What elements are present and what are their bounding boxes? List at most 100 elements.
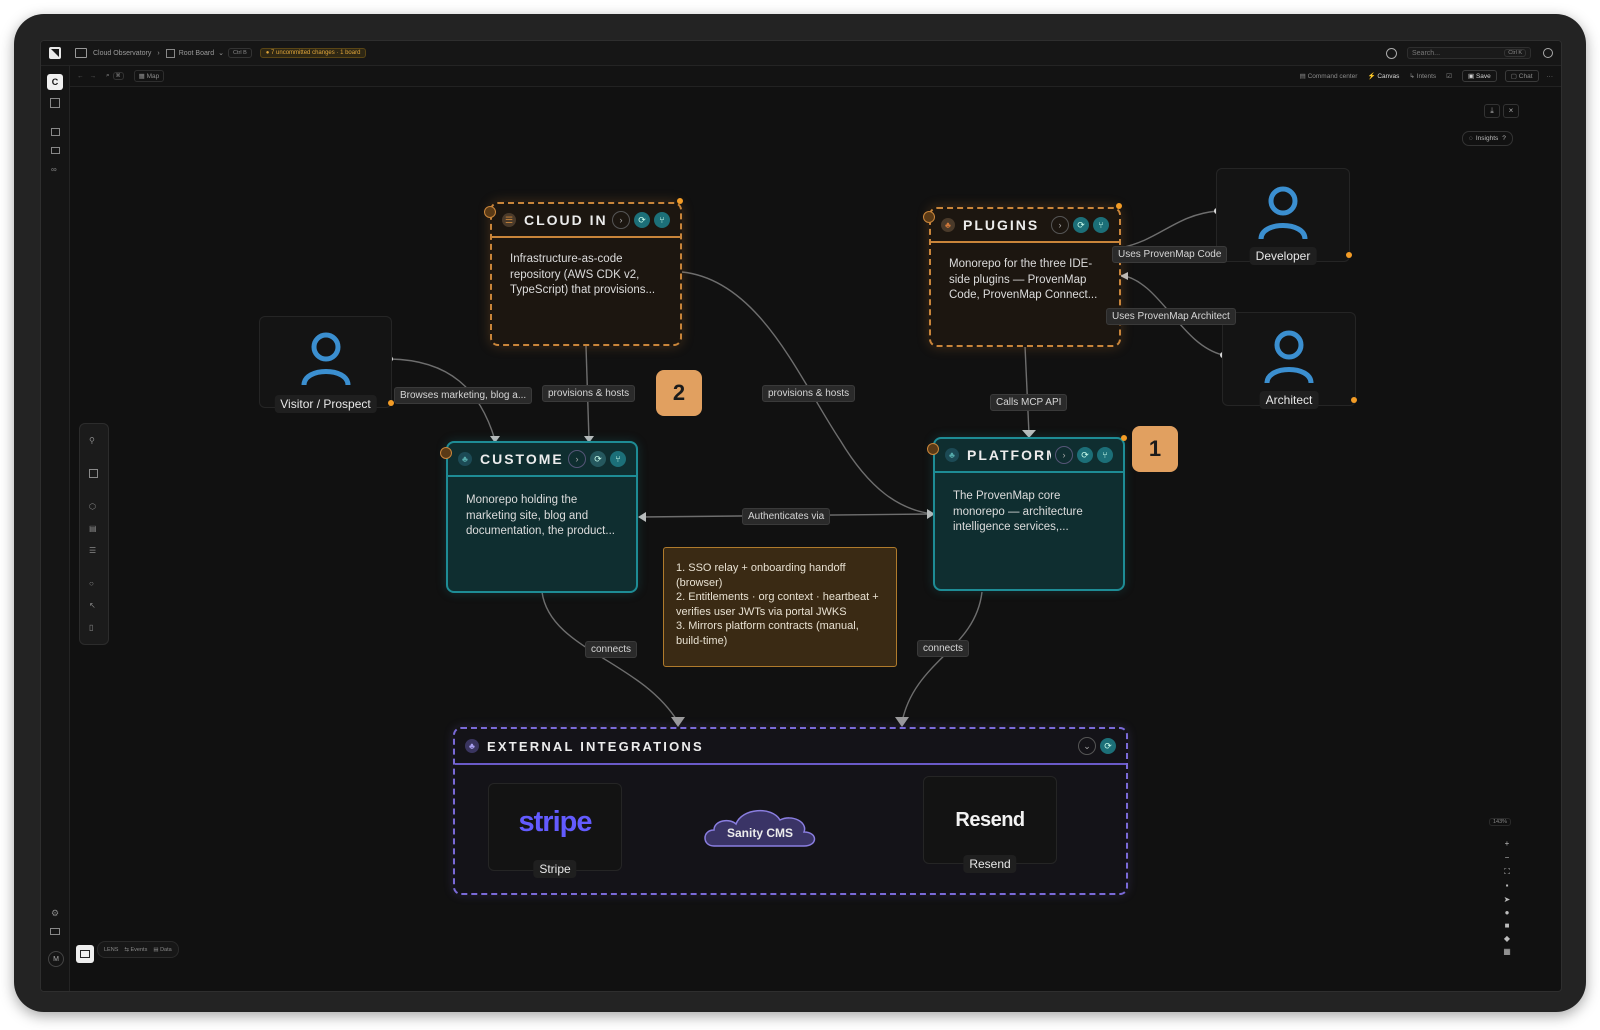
edge-label-calls-mcp[interactable]: Calls MCP API bbox=[990, 394, 1068, 411]
hand-mode-icon[interactable]: ● bbox=[1502, 908, 1512, 918]
branch-icon[interactable]: ⑂ bbox=[654, 212, 670, 228]
pin-icon[interactable]: ⚲ bbox=[89, 436, 99, 446]
close-icon[interactable]: × bbox=[1503, 104, 1519, 118]
lock-icon[interactable] bbox=[51, 128, 60, 136]
sidebar-toggle-icon[interactable] bbox=[75, 48, 87, 58]
sync-icon[interactable]: ⟳ bbox=[634, 212, 650, 228]
save-icon: ▣ bbox=[1468, 73, 1475, 80]
document-tool-icon[interactable]: ▯ bbox=[89, 623, 99, 633]
sync-icon[interactable]: ⟳ bbox=[1073, 217, 1089, 233]
comment-mode-icon[interactable]: ◆ bbox=[1502, 934, 1512, 944]
command-center-button[interactable]: ▤ Command center bbox=[1300, 72, 1358, 80]
search-input[interactable]: Search... bbox=[1412, 50, 1504, 57]
node-anchor-icon[interactable] bbox=[923, 211, 935, 223]
branch-icon[interactable]: ⑂ bbox=[1097, 447, 1113, 463]
theme-toggle-icon[interactable] bbox=[1543, 48, 1553, 58]
edge-label-connects[interactable]: connects bbox=[917, 640, 970, 657]
square-mode-icon[interactable]: ■ bbox=[1502, 921, 1512, 931]
sync-icon[interactable]: ⟳ bbox=[1077, 447, 1093, 463]
sticky-note[interactable]: 1. SSO relay + onboarding handoff (brows… bbox=[663, 547, 897, 667]
workspace-name[interactable]: Cloud Observatory bbox=[93, 50, 151, 57]
connection-dot[interactable] bbox=[1346, 252, 1352, 258]
sync-icon[interactable]: ⟳ bbox=[590, 451, 606, 467]
expand-chevron-icon[interactable]: › bbox=[568, 450, 586, 468]
link-icon[interactable]: ∞ bbox=[51, 165, 57, 174]
map-tab[interactable]: ▦ Map bbox=[133, 70, 165, 82]
app-logo-icon[interactable] bbox=[49, 47, 61, 59]
lock-view-icon[interactable]: ▪ bbox=[1502, 881, 1512, 891]
connection-dot[interactable] bbox=[1116, 203, 1122, 209]
edge-label-connects[interactable]: connects bbox=[585, 641, 638, 658]
panel-toggle-button[interactable] bbox=[76, 945, 94, 963]
integration-stripe[interactable]: stripe Stripe bbox=[488, 783, 622, 878]
rectangle-tool-icon[interactable] bbox=[89, 469, 98, 478]
user-avatar[interactable]: M bbox=[48, 951, 64, 967]
edge-label-provisions-hosts[interactable]: provisions & hosts bbox=[762, 385, 856, 402]
board-name[interactable]: Root Board bbox=[179, 50, 214, 57]
table-tool-icon[interactable]: ▤ bbox=[89, 524, 99, 534]
server-tool-icon[interactable]: ☰ bbox=[89, 546, 99, 556]
workspace-avatar[interactable]: C bbox=[47, 74, 63, 90]
pointer-tool-icon[interactable]: ↖ bbox=[89, 601, 99, 611]
edge-label-provisions-hosts[interactable]: provisions & hosts bbox=[542, 385, 636, 402]
sync-icon[interactable]: ⟳ bbox=[1100, 738, 1116, 754]
person-architect[interactable]: Architect bbox=[1222, 312, 1356, 409]
node-platform[interactable]: ♣ PLATFORM › ⟳ ⑂ The ProvenMap core mono… bbox=[933, 437, 1125, 591]
edge-label-uses-code[interactable]: Uses ProvenMap Code bbox=[1112, 246, 1228, 263]
folder-icon[interactable] bbox=[51, 147, 60, 154]
edge-label-browses[interactable]: Browses marketing, blog a... bbox=[394, 387, 533, 404]
intents-button[interactable]: ↳ Intents bbox=[1409, 72, 1436, 80]
events-tab[interactable]: ⇆ Events bbox=[124, 947, 147, 953]
chat-button[interactable]: ▢ Chat bbox=[1504, 70, 1539, 82]
comment-tool-icon[interactable]: ○ bbox=[89, 579, 99, 589]
collapse-chevron-icon[interactable]: ⌄ bbox=[1078, 737, 1096, 755]
integration-sanity[interactable]: Sanity CMS bbox=[700, 800, 820, 852]
chevron-down-icon[interactable]: ⌄ bbox=[218, 49, 224, 57]
keyboard-icon[interactable] bbox=[50, 928, 60, 935]
node-anchor-icon[interactable] bbox=[440, 447, 452, 459]
grid-mode-icon[interactable]: ▦ bbox=[1502, 947, 1512, 957]
board-shortcut: Ctrl B bbox=[228, 48, 252, 58]
node-plugins[interactable]: ♣ PLUGINS › ⟳ ⑂ Monorepo for the three I… bbox=[929, 207, 1121, 347]
grid-icon[interactable] bbox=[50, 98, 60, 108]
search-small-icon[interactable]: ⌕ bbox=[106, 72, 110, 80]
expand-chevron-icon[interactable]: › bbox=[1055, 446, 1073, 464]
branch-icon[interactable]: ⑂ bbox=[610, 451, 626, 467]
connection-dot[interactable] bbox=[677, 198, 683, 204]
node-cloud-infra[interactable]: ☰ CLOUD IN... › ⟳ ⑂ Infrastructure-as-co… bbox=[490, 202, 682, 346]
person-visitor[interactable]: Visitor / Prospect bbox=[259, 316, 392, 413]
node-customer[interactable]: ♣ CUSTOME... › ⟳ ⑂ Monorepo holding the … bbox=[446, 441, 638, 593]
branch-icon[interactable]: ⑂ bbox=[1093, 217, 1109, 233]
node-anchor-icon[interactable] bbox=[484, 206, 496, 218]
person-developer[interactable]: Developer bbox=[1216, 168, 1350, 265]
step-badge-1[interactable]: 1 bbox=[1132, 426, 1178, 472]
forward-arrow-icon[interactable]: → bbox=[90, 73, 97, 80]
integration-resend[interactable]: Resend Resend bbox=[923, 776, 1057, 873]
step-badge-2[interactable]: 2 bbox=[656, 370, 702, 416]
expand-chevron-icon[interactable]: › bbox=[1051, 216, 1069, 234]
edge-label-uses-architect[interactable]: Uses ProvenMap Architect bbox=[1106, 308, 1236, 325]
save-button[interactable]: ▣ Save bbox=[1462, 70, 1497, 82]
settings-gear-icon[interactable]: ⚙ bbox=[51, 908, 59, 919]
edge-label-authenticates[interactable]: Authenticates via bbox=[742, 508, 831, 525]
data-tab[interactable]: ▤ Data bbox=[153, 947, 171, 953]
insights-button[interactable]: ◌ Insights ? bbox=[1462, 131, 1513, 146]
node-anchor-icon[interactable] bbox=[927, 443, 939, 455]
globe-icon[interactable] bbox=[1386, 47, 1397, 59]
download-icon[interactable]: ⤓ bbox=[1484, 104, 1500, 118]
lens-label[interactable]: LENS bbox=[104, 947, 118, 953]
search-box[interactable]: Search... Ctrl K bbox=[1407, 47, 1531, 59]
cube-tool-icon[interactable]: ⬡ bbox=[89, 502, 99, 512]
fit-view-icon[interactable]: ⛶ bbox=[1502, 867, 1512, 877]
back-arrow-icon[interactable]: ← bbox=[77, 73, 84, 80]
connection-dot[interactable] bbox=[1121, 435, 1127, 441]
uncommitted-badge[interactable]: ● 7 uncommitted changes · 1 board bbox=[259, 48, 367, 58]
expand-chevron-icon[interactable]: › bbox=[612, 211, 630, 229]
more-icon[interactable]: ··· bbox=[1547, 73, 1554, 80]
canvas-button[interactable]: ⚡ Canvas bbox=[1367, 72, 1399, 80]
zoom-out-icon[interactable]: − bbox=[1502, 853, 1512, 863]
connection-dot[interactable] bbox=[1351, 397, 1357, 403]
pointer-mode-icon[interactable]: ➤ bbox=[1502, 895, 1512, 905]
checklist-icon[interactable]: ☑ bbox=[1446, 72, 1452, 80]
zoom-in-icon[interactable]: + bbox=[1502, 839, 1512, 849]
